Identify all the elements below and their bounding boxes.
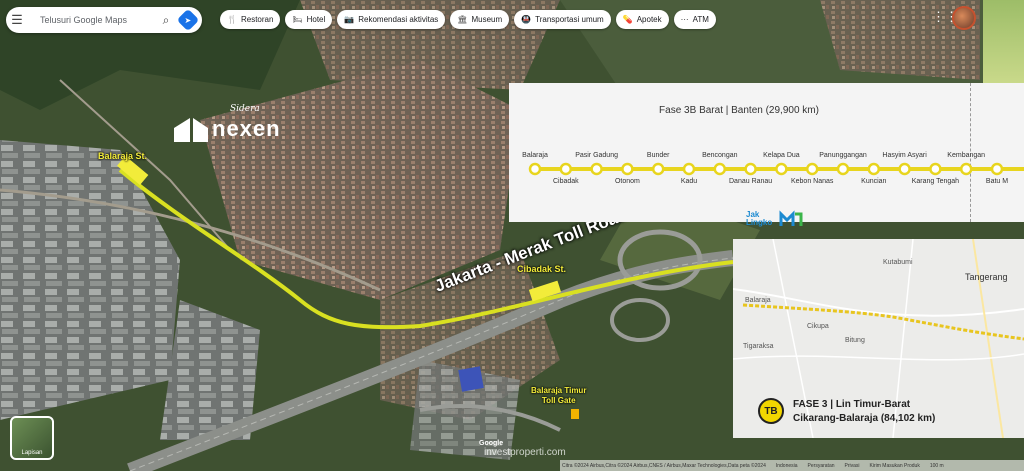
station-label: Karang Tengah bbox=[911, 178, 960, 185]
inset-place-tangerang: Tangerang bbox=[965, 272, 1008, 282]
chip-apotek[interactable]: 💊 Apotek bbox=[615, 10, 669, 29]
station-dot bbox=[990, 162, 1004, 176]
station-dot bbox=[559, 162, 573, 176]
chip-hotel[interactable]: 🛏 Hotel bbox=[285, 10, 333, 29]
logo-name: nexen bbox=[212, 116, 281, 141]
station-dot bbox=[651, 162, 665, 176]
chip-label: Transportasi umum bbox=[535, 15, 604, 24]
camera-icon: 📷 bbox=[344, 15, 355, 24]
attribution-text: Citra ©2024 Airbus,Citra ©2024 Airbus,CN… bbox=[562, 462, 766, 469]
atm-icon: ⋯ bbox=[680, 15, 689, 24]
phase3b-route-panel: Fase 3B Barat | Banten (29,900 km) Balar… bbox=[509, 83, 1024, 222]
chip-atm[interactable]: ⋯ ATM bbox=[673, 10, 716, 29]
hotel-icon: 🛏 bbox=[292, 15, 303, 24]
scale-label: 100 m bbox=[929, 462, 944, 469]
map-edge-strip bbox=[983, 0, 1024, 83]
station-dot bbox=[959, 162, 973, 176]
toll-gate-marker bbox=[571, 409, 579, 419]
jaklingko-line2: Lingko bbox=[746, 218, 773, 227]
phase3-caption: FASE 3 | Lin Timur-Barat Cikarang-Balara… bbox=[793, 398, 935, 426]
station-label: Hasyim Asyari bbox=[882, 152, 927, 159]
feedback-link[interactable]: Kirim Masukan Produk bbox=[870, 463, 920, 469]
phase3-line2: Cikarang-Balaraja (84,102 km) bbox=[793, 413, 936, 424]
google-logo: Google bbox=[479, 440, 504, 447]
chip-label: Hotel bbox=[306, 15, 326, 24]
toll-gate-label: Balaraja Timur Toll Gate bbox=[531, 386, 586, 406]
station-label: Panunggangan bbox=[819, 152, 867, 159]
station-dot bbox=[621, 162, 634, 176]
station-label: Bunder bbox=[646, 152, 670, 159]
nexen-logo-mark bbox=[174, 118, 208, 142]
station-label: Bencongan bbox=[702, 152, 738, 159]
station-label: Kadu bbox=[680, 178, 698, 185]
restaurant-icon: 🍴 bbox=[227, 15, 237, 24]
station-label: Kelapa Dua bbox=[763, 152, 800, 159]
toll-gate-line2: Toll Gate bbox=[541, 396, 576, 405]
balaraja-station-label: Balaraja St. bbox=[98, 151, 148, 161]
layers-button[interactable]: Lapisan bbox=[10, 416, 54, 460]
layers-label: Lapisan bbox=[21, 450, 43, 456]
chip-label: Restoran bbox=[240, 15, 274, 24]
chip-rekomendasi[interactable]: 📷 Rekomendasi aktivitas bbox=[337, 10, 446, 29]
chip-label: Rekomendasi aktivitas bbox=[358, 15, 439, 24]
terms-link[interactable]: Persyaratan bbox=[808, 463, 835, 469]
menu-icon[interactable]: ☰ bbox=[6, 12, 28, 28]
station-label: Danau Ranau bbox=[728, 178, 773, 185]
station-dot bbox=[682, 162, 696, 176]
transit-icon: 🚇 bbox=[521, 15, 532, 24]
inset-place-kutabumi: Kutabumi bbox=[883, 259, 913, 266]
chip-restoran[interactable]: 🍴 Restoran bbox=[220, 10, 281, 29]
chip-label: Apotek bbox=[636, 15, 662, 24]
station-dot bbox=[898, 162, 911, 176]
inset-place-tigaraksa: Tigaraksa bbox=[743, 343, 774, 350]
station-label: Pasir Gadung bbox=[575, 152, 618, 159]
station-dot bbox=[775, 162, 788, 176]
avatar[interactable] bbox=[952, 6, 976, 30]
station-label: Cibadak bbox=[552, 178, 579, 185]
inset-place-bitung: Bitung bbox=[845, 337, 865, 344]
station-dot bbox=[836, 162, 850, 176]
search-input[interactable]: Telusuri Google Maps bbox=[28, 15, 156, 25]
logo-sidera: Sidera bbox=[230, 104, 260, 114]
station-label: Kembangan bbox=[947, 152, 986, 159]
search-icon[interactable]: ⌕ bbox=[156, 13, 176, 28]
directions-icon[interactable]: ➤ bbox=[176, 8, 200, 32]
station-label: Otonom bbox=[614, 178, 640, 185]
attribution-bar: Citra ©2024 Airbus,Citra ©2024 Airbus,CN… bbox=[560, 460, 1024, 471]
attribution-region[interactable]: Indonesia bbox=[776, 463, 798, 469]
station-label: Kuncian bbox=[861, 178, 887, 185]
jaklingko-logo: Jak Lingko bbox=[746, 211, 772, 227]
chip-label: ATM bbox=[692, 15, 709, 24]
station-label: Batu M bbox=[985, 178, 1009, 185]
station-dot bbox=[805, 162, 819, 176]
phase3-inset-map: Kutabumi Tangerang Balaraja Bitung Tigar… bbox=[733, 239, 1024, 438]
inset-place-balaraja: Balaraja bbox=[745, 297, 771, 304]
inset-place-cikupa: Cikupa bbox=[807, 323, 829, 330]
chip-label: Museum bbox=[471, 15, 503, 24]
search-box[interactable]: ☰ Telusuri Google Maps ⌕ ➤ bbox=[6, 7, 202, 33]
station-dot bbox=[528, 162, 542, 176]
phase3-line1: FASE 3 | Lin Timur-Barat bbox=[793, 399, 911, 410]
privacy-link[interactable]: Privasi bbox=[845, 463, 860, 469]
chip-transportasi[interactable]: 🚇 Transportasi umum bbox=[514, 10, 611, 29]
cibadak-station-label: Cibadak St. bbox=[517, 264, 567, 274]
station-dot bbox=[713, 162, 727, 176]
station-label: Kebon Nanas bbox=[790, 178, 834, 185]
station-dot bbox=[929, 162, 942, 176]
tb-badge: TB bbox=[758, 398, 784, 424]
watermark: investproperti.com bbox=[484, 447, 566, 458]
station-dot bbox=[867, 162, 881, 176]
station-dot bbox=[590, 162, 603, 176]
pharmacy-icon: 💊 bbox=[622, 15, 633, 24]
station-label: Balaraja bbox=[522, 152, 548, 159]
museum-icon: 🏛 bbox=[457, 15, 468, 24]
chip-museum[interactable]: 🏛 Museum bbox=[450, 10, 510, 29]
mrt-jakarta-logo bbox=[779, 210, 803, 226]
category-chips: 🍴 Restoran 🛏 Hotel 📷 Rekomendasi aktivitas … bbox=[220, 10, 716, 29]
toll-gate-line1: Balaraja Timur bbox=[531, 386, 587, 395]
station-dot bbox=[744, 162, 757, 176]
